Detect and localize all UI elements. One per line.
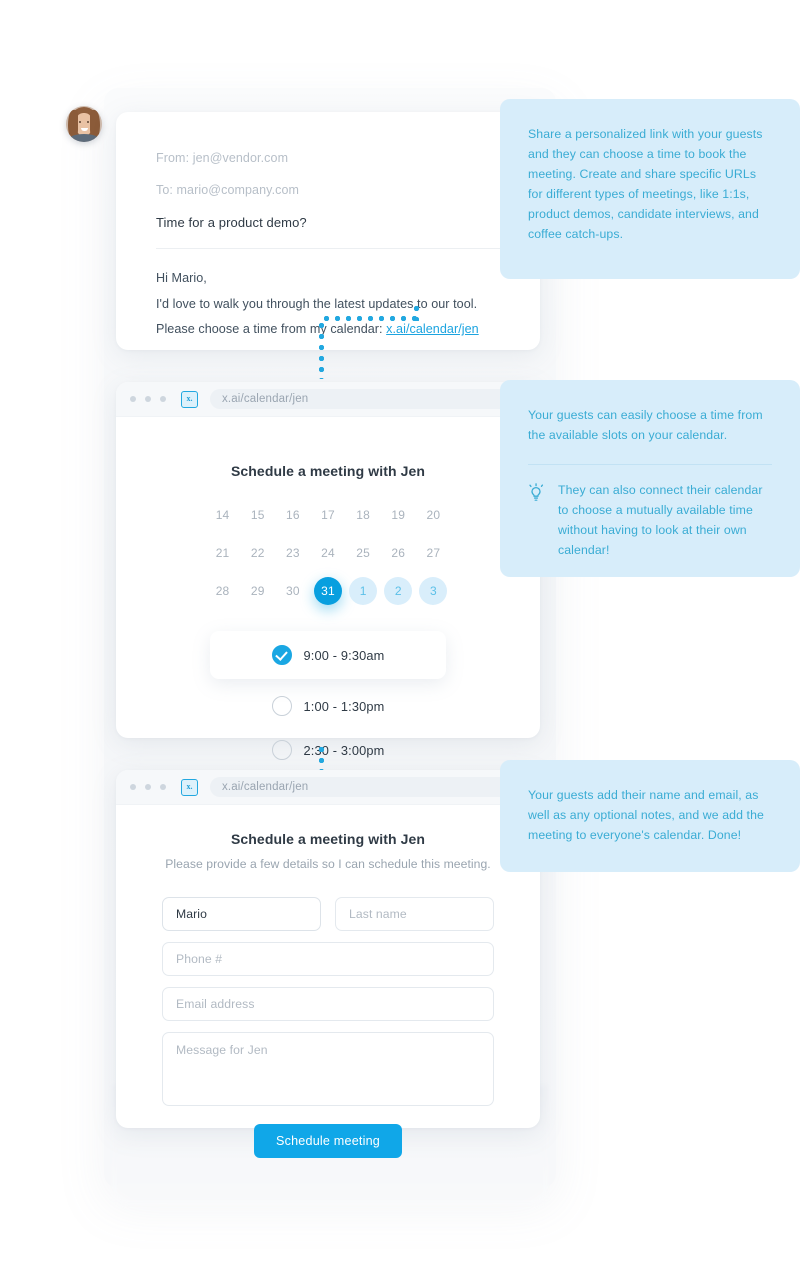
callout-guest-details: Your guests add their name and email, as…	[500, 760, 800, 872]
window-dot-minimize-icon[interactable]	[145, 784, 151, 790]
callout-choose-time: Your guests can easily choose a time fro…	[500, 380, 800, 577]
form-card: x. x.ai/calendar/jen Schedule a meeting …	[116, 770, 540, 1158]
callout-1-text: Share a personalized link with your gues…	[528, 127, 763, 241]
calendar-day-26[interactable]: 26	[384, 539, 412, 567]
avatar	[66, 106, 102, 142]
xai-logo-text: x.	[186, 782, 193, 791]
last-name-input[interactable]: Last name	[335, 897, 494, 931]
time-slot-label: 9:00 - 9:30am	[303, 647, 385, 663]
email-line-1: I'd love to walk you through the latest …	[156, 296, 478, 311]
form-subtitle: Please provide a few details so I can sc…	[165, 857, 491, 871]
calendar-day-24[interactable]: 24	[314, 539, 342, 567]
calendar-day-17[interactable]: 17	[314, 501, 342, 529]
calendar-day-1[interactable]: 1	[349, 577, 378, 605]
address-bar[interactable]: x.ai/calendar/jen	[210, 389, 526, 409]
xai-logo-icon: x.	[181, 390, 198, 408]
time-slot-label: 2:30 - 3:00pm	[303, 742, 385, 758]
form-row-email: Email address	[162, 987, 494, 1021]
avatar-eye-right	[87, 121, 89, 123]
email-from: From: jen@vendor.com	[156, 151, 289, 165]
avatar-shoulders	[68, 134, 100, 142]
calendar-day-16[interactable]: 16	[279, 501, 307, 529]
callout-2-divider	[528, 463, 772, 465]
browser-chrome-form: x. x.ai/calendar/jen	[116, 770, 540, 805]
window-dot-maximize-icon[interactable]	[160, 396, 166, 402]
form-row-name: Mario Last name	[162, 897, 494, 931]
callout-2-tip-text: They can also connect their calendar to …	[558, 482, 763, 557]
calendar-day-20[interactable]: 20	[419, 501, 447, 529]
email-input[interactable]: Email address	[162, 987, 494, 1021]
schedule-meeting-button[interactable]: Schedule meeting	[253, 1124, 403, 1158]
calendar-day-31[interactable]: 31	[313, 577, 342, 605]
callout-2-tip: They can also connect their calendar to …	[528, 481, 772, 561]
window-dot-close-icon[interactable]	[130, 396, 136, 402]
form-row-phone: Phone #	[162, 942, 494, 976]
connector-email-across	[321, 316, 419, 321]
callout-3-text: Your guests add their name and email, as…	[528, 788, 764, 842]
email-line-2-prefix: Please choose a time from my calendar:	[156, 322, 387, 337]
time-slot-option[interactable]: 9:00 - 9:30am	[210, 631, 446, 679]
radio-circle-icon[interactable]	[271, 696, 292, 716]
calendar-day-21[interactable]: 21	[209, 539, 237, 567]
calendar-day-23[interactable]: 23	[279, 539, 307, 567]
time-slot-option[interactable]: 1:00 - 1:30pm	[211, 689, 445, 723]
calendar-grid: 14 15 16 17 18 19 20 21 22 23 24 25 26 27 28 29 30 31 1 2 3	[205, 501, 451, 605]
form-actions: Schedule meeting	[162, 1124, 494, 1158]
calendar-day-25[interactable]: 25	[349, 539, 377, 567]
calendar-day-27[interactable]: 27	[419, 539, 447, 567]
xai-logo-icon: x.	[181, 778, 198, 796]
xai-logo-text: x.	[186, 394, 193, 403]
avatar-eye-left	[79, 121, 81, 123]
browser-chrome-calendar: x. x.ai/calendar/jen	[116, 382, 540, 417]
email-inner: From: jen@vendor.com To: mario@company.c…	[116, 112, 540, 340]
form-title: Schedule a meeting with Jen	[230, 831, 426, 847]
calendar-day-3[interactable]: 3	[419, 577, 448, 605]
window-dot-close-icon[interactable]	[130, 784, 136, 790]
calendar-title: Schedule a meeting with Jen	[230, 463, 426, 479]
address-bar[interactable]: x.ai/calendar/jen	[210, 777, 526, 797]
callout-2-text: Your guests can easily choose a time fro…	[528, 408, 763, 442]
address-bar-url: x.ai/calendar/jen	[222, 393, 309, 405]
calendar-link[interactable]: x.ai/calendar/jen	[386, 322, 479, 336]
calendar-card: x. x.ai/calendar/jen Schedule a meeting …	[116, 382, 540, 891]
calendar-day-22[interactable]: 22	[244, 539, 272, 567]
connector-calendar-to-form	[319, 744, 324, 773]
time-slot-list: 9:00 - 9:30am 1:00 - 1:30pm 2:30 - 3:00pm	[116, 631, 540, 891]
calendar-day-18[interactable]: 18	[349, 501, 377, 529]
connector-email-to-calendar	[319, 320, 324, 379]
radio-circle-icon[interactable]	[271, 740, 292, 760]
page-stage: From: jen@vendor.com To: mario@company.c…	[0, 0, 800, 1280]
phone-input[interactable]: Phone #	[162, 942, 494, 976]
calendar-day-29[interactable]: 29	[244, 577, 272, 605]
email-body: Hi Mario, I'd love to walk you through t…	[156, 269, 500, 340]
email-divider	[156, 248, 500, 249]
window-dot-minimize-icon[interactable]	[145, 396, 151, 402]
form-body: Mario Last name Phone # Email address Me…	[116, 871, 540, 1158]
calendar-day-15[interactable]: 15	[244, 501, 272, 529]
window-dot-maximize-icon[interactable]	[160, 784, 166, 790]
email-subject: Time for a product demo?	[156, 215, 307, 230]
calendar-day-28[interactable]: 28	[209, 577, 237, 605]
lightbulb-icon	[528, 483, 544, 510]
email-line-2: Please choose a time from my calendar: x…	[156, 320, 500, 340]
message-textarea[interactable]: Message for Jen	[162, 1032, 494, 1106]
check-circle-icon[interactable]	[271, 645, 292, 665]
callout-share-link: Share a personalized link with your gues…	[500, 99, 800, 279]
time-slot-options: 9:00 - 9:30am 1:00 - 1:30pm 2:30 - 3:00pm	[116, 631, 540, 767]
form-row-message: Message for Jen	[162, 1032, 494, 1106]
address-bar-url: x.ai/calendar/jen	[222, 781, 309, 793]
first-name-input[interactable]: Mario	[162, 897, 321, 931]
time-slot-option[interactable]: 2:30 - 3:00pm	[211, 733, 445, 767]
email-greeting: Hi Mario,	[156, 271, 207, 285]
calendar-day-14[interactable]: 14	[209, 501, 237, 529]
calendar-day-2[interactable]: 2	[384, 577, 413, 605]
calendar-day-19[interactable]: 19	[384, 501, 412, 529]
time-slot-label: 1:00 - 1:30pm	[303, 698, 385, 714]
email-card: From: jen@vendor.com To: mario@company.c…	[116, 112, 540, 350]
calendar-day-30[interactable]: 30	[279, 577, 307, 605]
email-to: To: mario@company.com	[156, 182, 300, 197]
